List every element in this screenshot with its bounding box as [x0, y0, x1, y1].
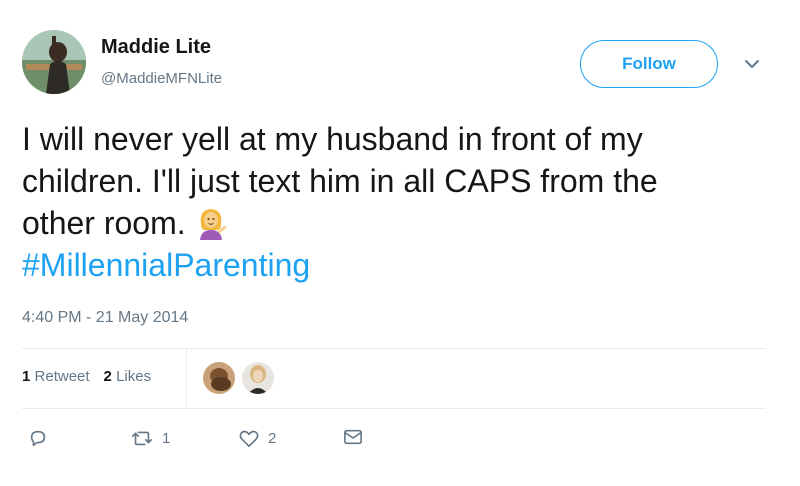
chevron-down-icon[interactable]: [742, 56, 762, 72]
user-handle[interactable]: @MaddieMFNLite: [101, 70, 222, 87]
stats-divider: [186, 348, 187, 408]
retweet-button[interactable]: 1: [130, 428, 170, 448]
follow-button[interactable]: Follow: [580, 40, 718, 88]
retweet-stat[interactable]: 1 Retweet: [22, 368, 90, 385]
retweet-count: 1: [162, 429, 171, 447]
direct-message-button[interactable]: [342, 428, 364, 446]
engagement-stats: 1 Retweet 2 Likes: [22, 368, 151, 385]
reply-button[interactable]: [28, 428, 56, 448]
tweet-text-line: other room.: [22, 202, 782, 244]
retweet-icon: [131, 431, 153, 446]
tweet-text-line-content: other room.: [22, 205, 186, 241]
liker-avatar[interactable]: [242, 362, 274, 394]
hashtag-link[interactable]: #MillennialParenting: [22, 244, 782, 286]
tweet-text: I will never yell at my husband in front…: [22, 118, 782, 286]
heart-icon: [239, 430, 259, 447]
tweet-text-line: I will never yell at my husband in front…: [22, 121, 643, 157]
person-tipping-hand-emoji-icon: [195, 206, 227, 240]
like-count: 2: [268, 429, 277, 447]
tweet-card: Maddie Lite @MaddieMFNLite Follow I will…: [0, 0, 800, 486]
divider: [22, 348, 766, 349]
display-name[interactable]: Maddie Lite: [101, 36, 211, 59]
tweet-text-line: children. I'll just text him in all CAPS…: [22, 163, 658, 199]
liker-avatar[interactable]: [203, 362, 235, 394]
reply-icon: [30, 430, 46, 447]
message-icon: [344, 429, 362, 445]
like-stat[interactable]: 2 Likes: [104, 368, 152, 385]
user-avatar[interactable]: [22, 30, 86, 94]
like-button[interactable]: 2: [238, 428, 276, 448]
divider: [22, 408, 766, 409]
tweet-timestamp[interactable]: 4:40 PM - 21 May 2014: [22, 309, 188, 327]
